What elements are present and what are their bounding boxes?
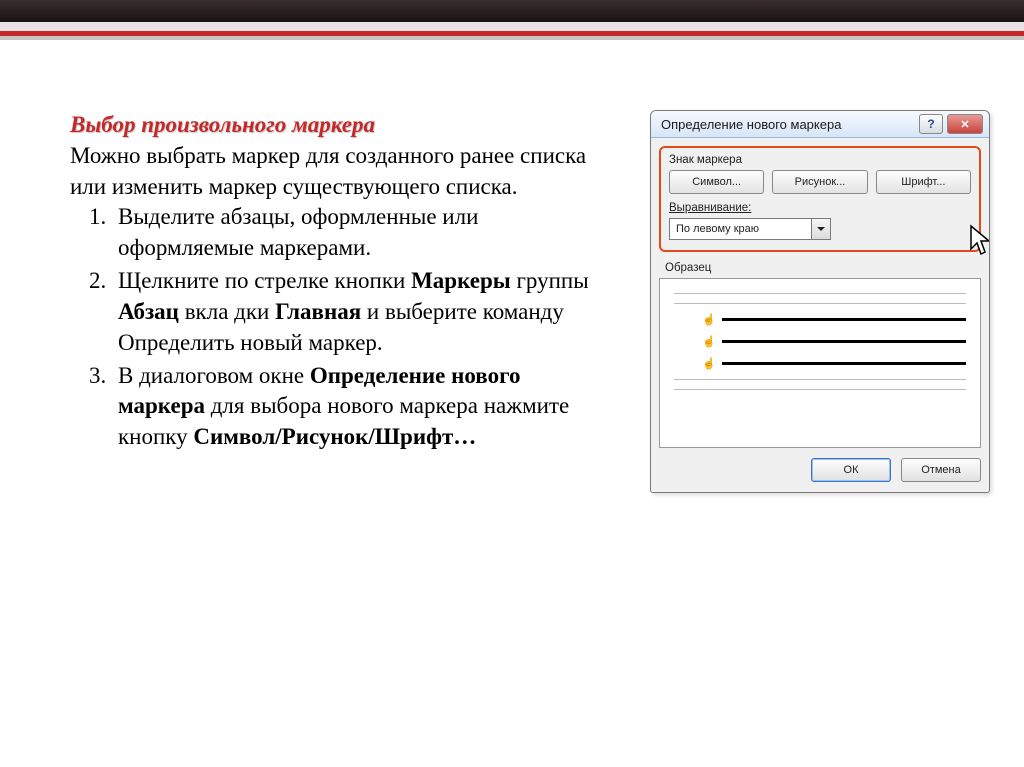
- alignment-value: По левому краю: [676, 223, 759, 235]
- bullet-glyph-icon: ☝: [702, 313, 716, 326]
- bullet-character-group: Знак маркера Символ... Рисунок... Шрифт.…: [659, 146, 981, 252]
- bold-term: Главная: [275, 299, 361, 324]
- step-text: Выделите абзацы, оформленные или оформля…: [118, 204, 478, 260]
- bullet-glyph-icon: ☝: [702, 357, 716, 370]
- bold-term: Маркеры: [411, 268, 511, 293]
- picture-button[interactable]: Рисунок...: [772, 170, 867, 194]
- alignment-select[interactable]: По левому краю: [669, 218, 831, 240]
- bullet-glyph-icon: ☝: [702, 335, 716, 348]
- help-icon: ?: [927, 117, 934, 131]
- define-new-bullet-dialog: Определение нового маркера ? ✕ Знак марк…: [650, 110, 990, 493]
- step-text: Щелкните по стрелке кнопки: [118, 268, 411, 293]
- cursor-icon: [969, 224, 990, 258]
- dialog-title: Определение нового маркера: [661, 117, 915, 132]
- step-text: группы: [511, 268, 589, 293]
- font-button[interactable]: Шрифт...: [876, 170, 971, 194]
- cancel-button[interactable]: Отмена: [901, 458, 981, 482]
- list-item: Щелкните по стрелке кнопки Маркеры групп…: [112, 266, 610, 358]
- chevron-down-icon: [817, 227, 825, 235]
- step-text: вкла дки: [179, 299, 275, 324]
- symbol-button[interactable]: Символ...: [669, 170, 764, 194]
- intro-paragraph: Можно выбрать маркер для созданного ране…: [70, 143, 586, 199]
- bold-term: Абзац: [118, 299, 179, 324]
- slide-top-border: [0, 0, 1024, 40]
- list-item: В диалоговом окне Определение нового мар…: [112, 361, 610, 453]
- preview-pane: ☝ ☝ ☝: [659, 278, 981, 448]
- preview-label: Образец: [665, 262, 981, 274]
- help-button[interactable]: ?: [919, 114, 943, 134]
- instructions-column: Выбор произвольного маркера Можно выбрат…: [70, 110, 610, 455]
- list-item: Выделите абзацы, оформленные или оформля…: [112, 202, 610, 264]
- section-heading: Выбор произвольного маркера: [70, 112, 375, 137]
- step-text: В диалоговом окне: [118, 363, 310, 388]
- dialog-titlebar[interactable]: Определение нового маркера ? ✕: [651, 111, 989, 138]
- group-label: Знак маркера: [669, 154, 971, 166]
- dropdown-button[interactable]: [811, 219, 830, 239]
- ok-button[interactable]: ОК: [811, 458, 891, 482]
- steps-list: Выделите абзацы, оформленные или оформля…: [70, 202, 610, 453]
- close-icon: ✕: [960, 118, 969, 131]
- bold-term: Символ/Рисунок/Шрифт…: [193, 424, 476, 449]
- close-button[interactable]: ✕: [947, 114, 983, 134]
- alignment-label: Выравнивание:: [669, 202, 971, 214]
